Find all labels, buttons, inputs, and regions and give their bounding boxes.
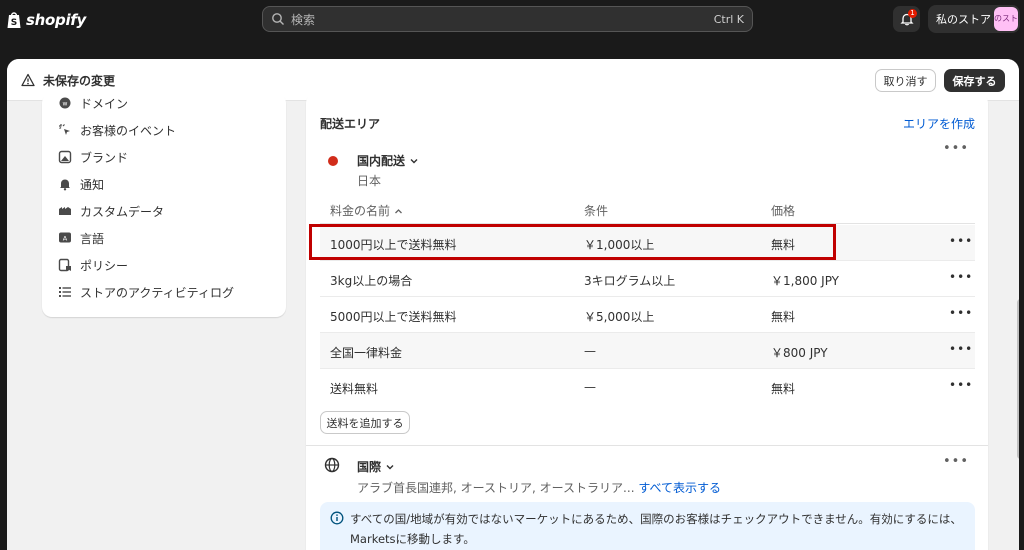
rate-condition: ￥5,000以上 <box>584 310 655 324</box>
discard-button[interactable]: 取り消す <box>875 69 936 92</box>
shipping-zones-card: 配送エリア エリアを作成 国内配送 日本 ••• 料金の名前 条件 価格 100… <box>306 93 988 550</box>
rate-name: 3kg以上の場合 <box>330 274 413 288</box>
column-header-label: 料金の名前 <box>330 204 391 218</box>
sparkle-cursor-icon <box>59 124 70 135</box>
info-banner: すべての国/地域が有効ではないマーケットにあるため、国際のお客様はチェックアウト… <box>320 502 975 550</box>
sidebar-item-domains[interactable]: w ドメイン <box>58 93 128 113</box>
rate-condition: — <box>584 380 596 394</box>
svg-text:S: S <box>11 18 17 28</box>
international-zone-countries-line: アラブ首長国連邦, オーストリア, オーストラリア... すべて表示する <box>357 479 721 496</box>
sidebar-item-custom-data[interactable]: カスタムデータ <box>58 201 164 221</box>
top-bar: S shopify 検索 Ctrl K 1 私のストア のスト <box>0 0 1024 42</box>
sidebar-item-label: ブランド <box>80 150 129 165</box>
rate-more-button[interactable]: ••• <box>949 343 972 356</box>
sidebar-item-label: 言語 <box>80 231 105 246</box>
rate-condition: — <box>584 344 596 358</box>
rate-name: 送料無料 <box>330 382 379 396</box>
table-row[interactable]: 5000円以上で送料無料 ￥5,000以上 無料 ••• <box>320 297 975 333</box>
rate-more-button[interactable]: ••• <box>949 307 972 320</box>
rate-price: ￥800 JPY <box>771 346 828 360</box>
sidebar-item-label: 通知 <box>80 177 105 192</box>
sidebar-item-policies[interactable]: ポリシー <box>58 255 128 275</box>
sidebar-item-label: カスタムデータ <box>80 204 165 219</box>
highlight-box <box>309 224 836 260</box>
globe-icon <box>324 457 340 473</box>
svg-text:A: A <box>63 235 68 243</box>
store-name: 私のストア <box>936 13 991 26</box>
rate-more-button[interactable]: ••• <box>949 235 972 248</box>
unsaved-changes-title: 未保存の変更 <box>43 74 116 88</box>
settings-sidebar: w ドメイン お客様のイベント ブランド 通知 カスタムデータ A 言語 ポリシ… <box>42 93 286 317</box>
section-title: 配送エリア <box>320 117 381 131</box>
sidebar-item-label: ポリシー <box>80 258 129 273</box>
search-icon <box>272 13 284 25</box>
policy-icon <box>58 258 71 272</box>
column-header-name[interactable]: 料金の名前 <box>330 202 403 219</box>
info-icon <box>330 511 344 525</box>
scrollbar-thumb[interactable] <box>1017 299 1019 459</box>
chevron-down-icon <box>410 158 418 163</box>
sidebar-item-notifications[interactable]: 通知 <box>58 174 104 194</box>
sidebar-item-languages[interactable]: A 言語 <box>58 228 104 248</box>
rate-more-button[interactable]: ••• <box>949 379 972 392</box>
sidebar-item-customer-events[interactable]: お客様のイベント <box>58 120 176 140</box>
list-icon <box>59 287 71 297</box>
rate-name: 5000円以上で送料無料 <box>330 310 457 324</box>
domestic-zone-name: 国内配送 <box>357 154 406 168</box>
international-zone-countries: アラブ首長国連邦, オーストリア, オーストラリア... <box>357 481 635 495</box>
search-input[interactable]: 検索 Ctrl K <box>262 6 753 32</box>
sidebar-item-label: ストアのアクティビティログ <box>80 285 234 300</box>
svg-text:w: w <box>63 101 68 108</box>
notifications-button[interactable]: 1 <box>893 6 920 32</box>
create-zone-link[interactable]: エリアを作成 <box>903 115 975 132</box>
japan-flag-icon <box>328 156 338 166</box>
table-row[interactable]: 3kg以上の場合 3キログラム以上 ￥1,800 JPY ••• <box>320 261 975 297</box>
settings-page: 未保存の変更 取り消す 保存する w ドメイン お客様のイベント ブランド 通知… <box>7 59 1019 550</box>
brand-name: shopify <box>26 10 86 29</box>
save-button[interactable]: 保存する <box>944 69 1005 92</box>
rate-price: ￥1,800 JPY <box>771 274 840 288</box>
shopify-bag-icon: S <box>7 12 21 28</box>
sidebar-item-brand[interactable]: ブランド <box>58 147 128 167</box>
rates-table-header: 料金の名前 条件 価格 <box>320 192 975 224</box>
search-placeholder: 検索 <box>291 12 316 27</box>
domestic-zone-countries: 日本 <box>357 174 382 188</box>
rate-price: 無料 <box>771 310 796 324</box>
rate-name: 全国一律料金 <box>330 346 403 360</box>
language-icon: A <box>59 232 71 243</box>
domestic-zone-menu[interactable]: 国内配送 <box>357 152 419 169</box>
sidebar-item-label: ドメイン <box>80 96 129 111</box>
column-header-condition: 条件 <box>584 204 609 218</box>
sort-icon <box>394 209 402 214</box>
bell-icon <box>60 179 70 191</box>
international-zone-name: 国際 <box>357 460 382 474</box>
sidebar-item-activity-log[interactable]: ストアのアクティビティログ <box>58 282 234 302</box>
international-zone-more-button[interactable]: ••• <box>943 455 968 469</box>
store-avatar: のスト <box>994 7 1018 31</box>
domestic-zone-more-button[interactable]: ••• <box>943 142 968 156</box>
rate-more-button[interactable]: ••• <box>949 271 972 284</box>
show-all-link[interactable]: すべて表示する <box>638 481 721 495</box>
data-icon <box>59 207 71 215</box>
table-row[interactable]: 全国一律料金 — ￥800 JPY ••• <box>320 333 975 369</box>
add-rate-button[interactable]: 送料を追加する <box>320 411 410 434</box>
divider <box>306 445 988 446</box>
store-menu-button[interactable]: 私のストア のスト <box>928 5 1020 33</box>
column-header-price: 価格 <box>771 204 796 218</box>
globe-www-icon: w <box>59 97 71 109</box>
rate-condition: 3キログラム以上 <box>584 274 676 288</box>
brand-icon <box>58 150 72 164</box>
search-shortcut: Ctrl K <box>713 12 744 26</box>
shopify-logo[interactable]: S shopify <box>6 10 86 29</box>
chevron-down-icon <box>386 464 394 469</box>
warning-icon <box>21 73 35 87</box>
table-row[interactable]: 送料無料 — 無料 ••• <box>320 369 975 405</box>
sidebar-item-label: お客様のイベント <box>80 123 177 138</box>
rate-price: 無料 <box>771 382 796 396</box>
info-banner-text: すべての国/地域が有効ではないマーケットにあるため、国際のお客様はチェックアウト… <box>350 512 962 546</box>
international-zone-menu[interactable]: 国際 <box>357 458 395 475</box>
notification-badge: 1 <box>908 9 917 18</box>
